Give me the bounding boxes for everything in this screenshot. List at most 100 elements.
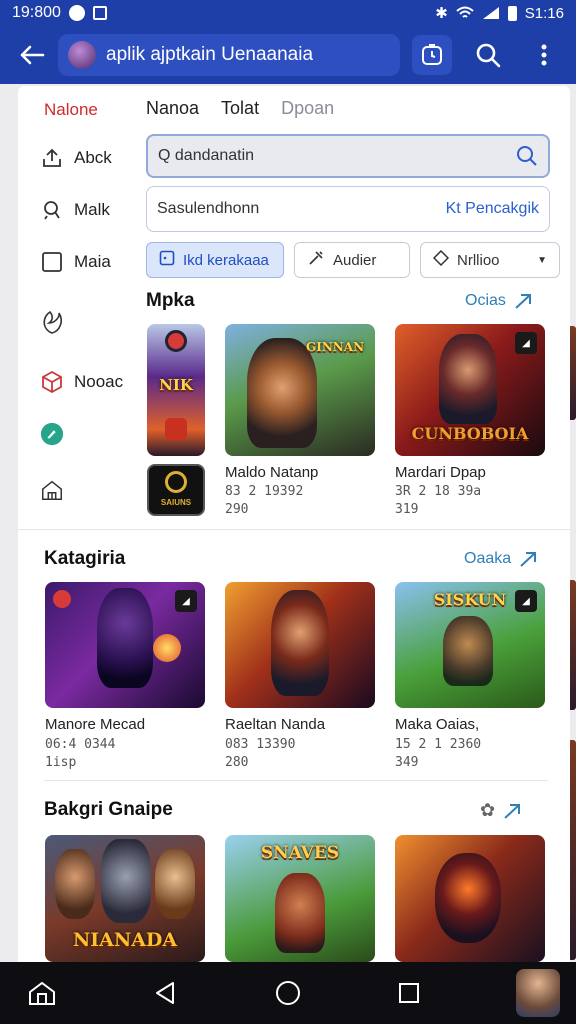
badge-icon: ◢ (175, 590, 197, 612)
section-link-label: Oaaka (464, 550, 512, 567)
game-thumbnail[interactable]: ◢ SISKUN (395, 582, 545, 708)
section-link[interactable]: Ocias (465, 292, 534, 310)
chip-ikd[interactable]: Ikd kerakaaa (146, 242, 284, 278)
signal-icon (482, 7, 499, 19)
app-title: aplik ajptkain Uenaanaia (106, 44, 314, 65)
square-recents-icon (399, 983, 419, 1003)
search-placeholder: Q dandanatin (158, 147, 255, 164)
game-meta: 083 13390 (225, 737, 296, 752)
game-meta: 290 (225, 502, 249, 517)
filter-chips: Ikd kerakaaa Audier Nrllioo ▼ (146, 242, 560, 278)
status-clock: S1:16 (524, 4, 564, 22)
chip-label: Audier (333, 251, 377, 269)
game-title: Mardari Dpap (395, 464, 486, 481)
filter-field-link[interactable]: Kt Pencakgik (446, 200, 539, 218)
rail-item-leaf[interactable] (40, 310, 64, 334)
game-thumbnail[interactable]: SAIUNS (147, 464, 205, 516)
game-thumbnail[interactable]: GINNAN (225, 324, 375, 456)
tag-icon (432, 249, 450, 270)
thumb-art-text: SNAVES (260, 843, 340, 863)
timer-button[interactable] (412, 35, 452, 75)
game-title: Maldo Natanp (225, 464, 319, 481)
game-thumbnail[interactable]: NIK (147, 324, 205, 456)
thumb-art-text: SISKUN (433, 590, 507, 609)
tab-tolat[interactable]: Tolat (221, 98, 259, 119)
rail-item-maia[interactable]: Maia (40, 250, 111, 274)
section-title: Bakgri Gnaipe (44, 799, 173, 820)
top-tabs: Nanoa Tolat Dpoan (146, 98, 334, 119)
profile-button[interactable] (514, 962, 562, 1024)
game-meta: 1isp (45, 755, 77, 770)
game-meta: 280 (225, 755, 249, 770)
main-panel: Nalone Abck Malk Maia Nooac Nanoa Tolat … (18, 86, 570, 962)
gear-icon[interactable]: ✿ (480, 800, 495, 821)
filter-field[interactable]: Sasulendhonn Kt Pencakgik (146, 186, 550, 232)
thumb-mini-label: SAIUNS (160, 498, 192, 507)
section-link-label: Ocias (465, 292, 506, 309)
chip-nrllioo[interactable]: Nrllioo ▼ (420, 242, 560, 278)
more-vertical-icon (541, 44, 547, 66)
game-thumbnail[interactable]: SNAVES (225, 835, 375, 962)
more-options-button[interactable] (522, 33, 566, 77)
chip-label: Ikd kerakaaa (183, 251, 269, 269)
search-icon (476, 43, 501, 68)
leaf-icon (40, 310, 64, 334)
game-title: Manore Mecad (45, 716, 146, 733)
arrow-up-right-icon[interactable] (503, 802, 523, 820)
rail-item-edit[interactable] (40, 422, 64, 446)
nav-home-button[interactable] (272, 962, 304, 1024)
home-app-button[interactable] (22, 962, 62, 1024)
game-thumbnail[interactable]: ◢ CUNBOBOIA (395, 324, 545, 456)
house-icon (29, 981, 55, 1005)
nav-back-button[interactable] (148, 962, 182, 1024)
search-button[interactable] (466, 33, 510, 77)
game-thumbnail[interactable] (225, 582, 375, 708)
search-input[interactable]: Q dandanatin (146, 134, 550, 178)
thumb-art-text: NIANADA (72, 929, 178, 951)
chevron-down-icon: ▼ (537, 254, 547, 266)
cube-icon (40, 370, 64, 394)
checkbox-icon (40, 250, 64, 274)
app-avatar (68, 41, 96, 69)
notification-icon (68, 5, 85, 21)
rail-item-house[interactable] (40, 478, 64, 502)
timer-icon (422, 44, 442, 65)
thumb-art-text: GINNAN (305, 340, 365, 354)
rail-item-nooac[interactable]: Nooac (40, 370, 123, 394)
rail-header[interactable]: Nalone (44, 100, 98, 120)
game-meta: 319 (395, 502, 419, 517)
pin-icon (40, 198, 64, 222)
chip-audier[interactable]: Audier (294, 242, 410, 278)
game-title: Maka Oaias, (395, 716, 480, 733)
system-nav-bar (0, 962, 576, 1024)
filter-field-value: Sasulendhonn (157, 200, 260, 217)
section-divider (18, 529, 570, 530)
bluetooth-icon: ✱ (435, 5, 448, 22)
wifi-icon (456, 6, 474, 18)
section-title: Mpka (146, 290, 195, 311)
rail-item-label: Maia (74, 252, 111, 271)
section-link[interactable]: Oaaka (464, 550, 539, 568)
triangle-back-icon (156, 982, 174, 1004)
status-bar: 19:800 ✱ S1:16 (0, 0, 576, 26)
game-thumbnail[interactable] (395, 835, 545, 962)
avatar (516, 969, 560, 1017)
game-meta: 3R 2 18 39a (395, 484, 482, 499)
rail-item-malk[interactable]: Malk (40, 198, 110, 222)
back-button[interactable] (12, 35, 52, 75)
rail-header-label: Nalone (44, 100, 98, 119)
arrow-left-icon (20, 45, 45, 65)
badge-icon: ◢ (515, 332, 537, 354)
nav-recents-button[interactable] (394, 962, 424, 1024)
thumb-art-text: NIK (159, 376, 193, 394)
game-meta: 83 2 19392 (225, 484, 304, 499)
game-thumbnail[interactable]: ◢ (45, 582, 205, 708)
tab-dpoan[interactable]: Dpoan (281, 98, 334, 119)
image-notification-icon (92, 6, 107, 20)
game-thumbnail[interactable]: NIANADA (45, 835, 205, 962)
app-title-field[interactable]: aplik ajptkain Uenaanaia (58, 34, 400, 76)
tab-nanoa[interactable]: Nanoa (146, 98, 199, 119)
rail-item-abck[interactable]: Abck (40, 146, 112, 170)
game-meta: 15 2 1 2360 (395, 737, 482, 752)
section-divider (44, 780, 548, 781)
